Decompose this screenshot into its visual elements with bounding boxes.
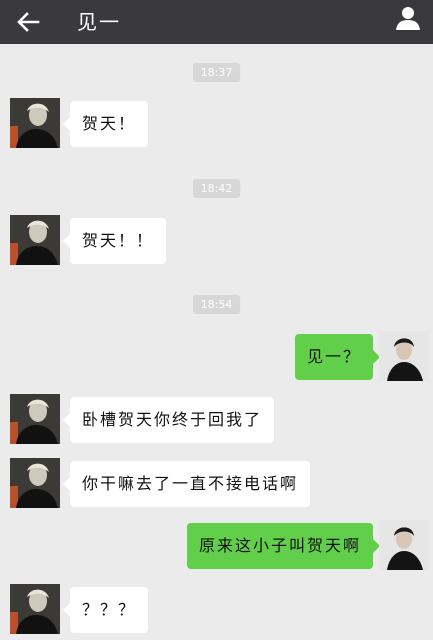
message-row-incoming: 贺天！ [0, 98, 433, 150]
message-bubble-outgoing[interactable]: 见一？ [294, 334, 381, 380]
message-row-incoming: 你干嘛去了一直不接电话啊 [0, 458, 433, 510]
contact-avatar[interactable] [10, 98, 60, 148]
message-row-incoming: 贺天！！ [0, 215, 433, 267]
user-avatar[interactable] [379, 520, 429, 570]
message-bubble-incoming[interactable]: 卧槽贺天你终于回我了 [62, 397, 275, 443]
contact-avatar[interactable] [10, 584, 60, 634]
message-bubble-incoming[interactable]: ？？？ [62, 587, 149, 633]
top-bar: 见一 [0, 0, 433, 44]
message-bubble-incoming[interactable]: 贺天！ [62, 101, 149, 147]
person-icon [396, 7, 420, 30]
contact-avatar[interactable] [10, 215, 60, 265]
arrow-left-icon [17, 12, 40, 32]
message-row-incoming: 卧槽贺天你终于回我了 [0, 394, 433, 446]
contact-avatar[interactable] [10, 458, 60, 508]
timestamp: 18:42 [192, 179, 241, 198]
user-avatar[interactable] [379, 331, 429, 381]
message-bubble-incoming[interactable]: 你干嘛去了一直不接电话啊 [62, 461, 311, 507]
timestamp: 18:54 [192, 295, 241, 314]
contact-avatar[interactable] [10, 394, 60, 444]
timestamp: 18:37 [192, 63, 241, 82]
profile-button[interactable] [393, 3, 423, 33]
message-row-outgoing: 见一？ [0, 331, 433, 383]
chat-title: 见一 [77, 10, 121, 34]
message-bubble-incoming[interactable]: 贺天！！ [62, 218, 167, 264]
message-row-incoming: ？？？ [0, 584, 433, 636]
back-button[interactable] [14, 8, 44, 36]
message-row-outgoing: 原来这小子叫贺天啊 [0, 520, 433, 572]
message-list[interactable]: 18:37 贺天！ 18:42 贺天！！ 18:54 见一？ 卧槽贺天你终于回我… [0, 44, 433, 640]
message-bubble-outgoing[interactable]: 原来这小子叫贺天啊 [186, 523, 381, 569]
